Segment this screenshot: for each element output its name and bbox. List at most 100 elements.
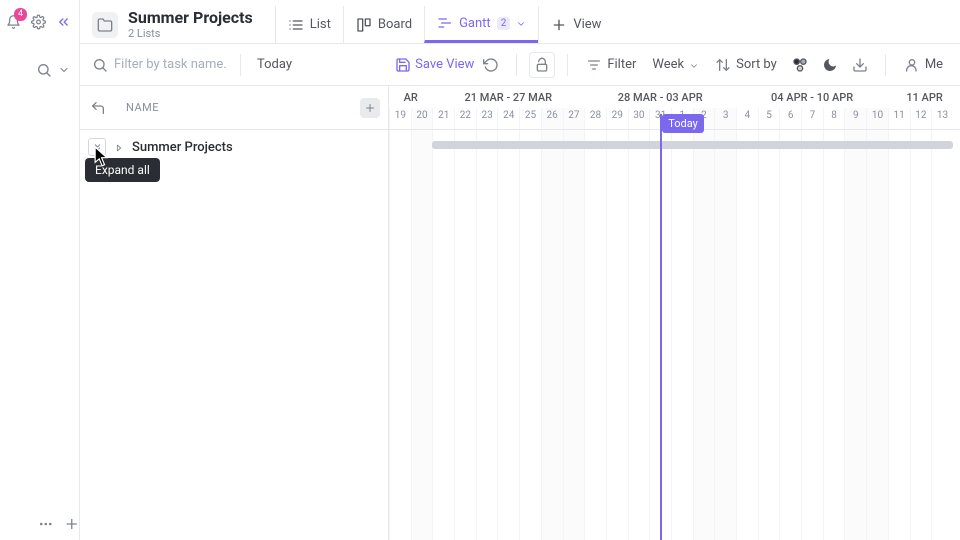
grid-column — [476, 130, 498, 540]
day-label: 29 — [606, 108, 628, 130]
more-icon[interactable] — [38, 516, 54, 532]
gantt-count: 2 — [497, 17, 511, 30]
folder-icon[interactable] — [92, 12, 118, 38]
week-label: 21 MAR - 27 MAR — [432, 86, 584, 108]
project-row[interactable]: Summer Projects Expand all — [80, 130, 388, 164]
day-label: 22 — [454, 108, 476, 130]
gantt-area[interactable]: AR21 MAR - 27 MAR28 MAR - 03 APR04 APR -… — [389, 86, 960, 540]
grid-column — [779, 130, 801, 540]
view-list-label: List — [310, 17, 331, 32]
page-subtitle: 2 Lists — [128, 27, 253, 40]
grid-column — [736, 130, 758, 540]
bell-icon[interactable]: 4 — [6, 14, 21, 30]
chevron-down-icon — [516, 18, 526, 28]
theme-icon[interactable] — [817, 52, 843, 78]
sort-label: Sort by — [736, 57, 777, 72]
me-label: Me — [925, 57, 943, 72]
outdent-icon[interactable] — [90, 100, 106, 116]
add-column-button[interactable] — [360, 98, 380, 118]
grid-column — [693, 130, 715, 540]
grid-column — [888, 130, 910, 540]
day-label: 9 — [844, 108, 866, 130]
filter-button[interactable]: Filter — [580, 57, 642, 73]
main-pane: Summer Projects 2 Lists List Board Gantt… — [80, 0, 960, 540]
page-title: Summer Projects — [128, 9, 253, 27]
view-board-label: Board — [378, 17, 412, 32]
grid-column — [584, 130, 606, 540]
save-view-label: Save View — [415, 57, 474, 72]
grid-column — [628, 130, 650, 540]
save-view-button[interactable]: Save View — [395, 57, 474, 73]
grid-column — [497, 130, 519, 540]
week-label: 11 APR — [888, 86, 960, 108]
view-gantt[interactable]: Gantt 2 — [424, 6, 538, 43]
today-line — [660, 114, 662, 540]
grid-column — [541, 130, 563, 540]
day-label: 7 — [801, 108, 823, 130]
collapse-sidebar-icon[interactable] — [56, 14, 71, 30]
swatch-icon[interactable] — [787, 52, 813, 78]
history-icon[interactable] — [478, 52, 504, 78]
filter-label: Filter — [607, 57, 636, 72]
notification-badge: 4 — [14, 8, 27, 21]
grid-column — [411, 130, 433, 540]
plus-icon[interactable] — [64, 516, 80, 532]
gear-icon[interactable] — [31, 14, 46, 30]
day-label: 28 — [584, 108, 606, 130]
view-board[interactable]: Board — [343, 6, 424, 43]
today-button[interactable]: Today — [253, 57, 296, 72]
day-label: 25 — [519, 108, 541, 130]
gantt-bar[interactable] — [432, 141, 953, 149]
chevron-down-icon — [689, 60, 699, 70]
grid-column — [844, 130, 866, 540]
week-label: 28 MAR - 03 APR — [584, 86, 736, 108]
me-filter[interactable]: Me — [898, 57, 949, 73]
day-label: 5 — [758, 108, 780, 130]
day-label: 6 — [779, 108, 801, 130]
column-name-label: NAME — [126, 101, 159, 114]
day-label: 21 — [432, 108, 454, 130]
view-gantt-label: Gantt — [459, 16, 491, 31]
grid-column — [801, 130, 823, 540]
search-icon[interactable] — [36, 62, 52, 78]
grid-column — [931, 130, 953, 540]
day-label: 10 — [866, 108, 888, 130]
left-rail: 4 — [0, 0, 80, 540]
caret-right-icon[interactable] — [114, 142, 124, 152]
grid-column — [606, 130, 628, 540]
task-list-pane: NAME Summer Projects Expand all — [80, 86, 389, 540]
chevron-down-icon[interactable] — [58, 64, 70, 76]
week-label: 04 APR - 10 APR — [736, 86, 888, 108]
grid-column — [758, 130, 780, 540]
toolbar: Today Save View Filter Week Sort by — [80, 44, 960, 86]
sort-button[interactable]: Sort by — [709, 57, 783, 73]
grid-column — [389, 130, 411, 540]
grid-column — [714, 130, 736, 540]
day-label: 27 — [563, 108, 585, 130]
day-label: 24 — [497, 108, 519, 130]
grid-column — [823, 130, 845, 540]
day-label: 26 — [541, 108, 563, 130]
grid-column — [910, 130, 932, 540]
search-icon[interactable] — [92, 57, 108, 73]
add-view-label: View — [573, 17, 601, 32]
grid-column — [671, 130, 693, 540]
cursor-icon — [94, 146, 108, 164]
day-label: 13 — [931, 108, 953, 130]
day-label: 19 — [389, 108, 411, 130]
zoom-label: Week — [652, 57, 684, 72]
day-label: 11 — [888, 108, 910, 130]
task-filter-input[interactable] — [114, 57, 226, 72]
day-label: 4 — [736, 108, 758, 130]
day-label: 20 — [411, 108, 433, 130]
zoom-select[interactable]: Week — [646, 57, 705, 72]
add-view-button[interactable]: View — [538, 6, 613, 43]
week-label: AR — [389, 86, 432, 108]
grid-column — [454, 130, 476, 540]
header: Summer Projects 2 Lists List Board Gantt… — [80, 0, 960, 44]
grid-column — [519, 130, 541, 540]
day-label: 30 — [628, 108, 650, 130]
lock-icon[interactable] — [529, 52, 555, 78]
view-list[interactable]: List — [275, 6, 343, 43]
download-icon[interactable] — [847, 52, 873, 78]
